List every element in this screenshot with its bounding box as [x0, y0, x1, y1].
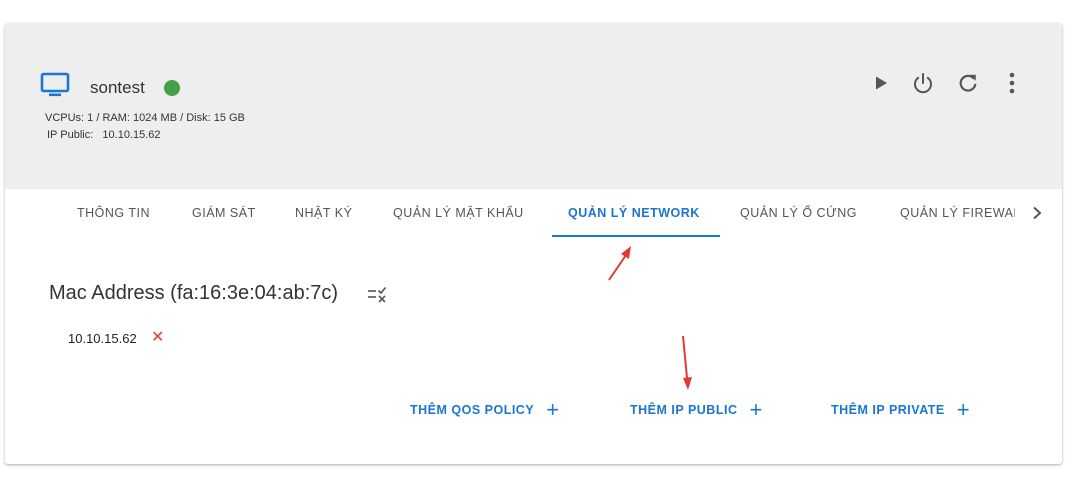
tab-monitoring[interactable]: GIÁM SÁT [192, 189, 256, 237]
play-icon [876, 76, 887, 90]
add-ip-public-label: THÊM IP PUBLIC [630, 403, 738, 417]
ip-address-value: 10.10.15.62 [68, 331, 137, 346]
status-indicator [164, 80, 180, 96]
chevron-right-icon [1033, 206, 1042, 220]
add-ip-private-label: THÊM IP PRIVATE [831, 403, 945, 417]
tab-network[interactable]: QUẢN LÝ NETWORK [568, 189, 700, 237]
power-icon [914, 73, 932, 94]
refresh-icon [959, 74, 977, 92]
add-ip-private-button[interactable]: THÊM IP PRIVATE + [831, 395, 970, 425]
vm-header: sontest VCPUs: 1 / RAM: 1024 MB / Disk: … [5, 23, 1062, 189]
more-vert-icon [1009, 72, 1015, 94]
add-qos-policy-label: THÊM QOS POLICY [410, 403, 535, 417]
active-tab-indicator [552, 235, 720, 237]
more-menu-button[interactable] [999, 70, 1025, 96]
start-button[interactable] [868, 70, 894, 96]
tab-disk[interactable]: QUẢN LÝ Ổ CỨNG [740, 189, 857, 237]
tab-scroll-next-button[interactable] [1025, 201, 1049, 225]
tab-firewall[interactable]: QUẢN LÝ FIREWALL [900, 189, 1015, 237]
remove-ip-button[interactable]: ✕ [151, 329, 164, 347]
vm-specs: VCPUs: 1 / RAM: 1024 MB / Disk: 15 GB [45, 112, 245, 124]
plus-icon: + [749, 397, 763, 422]
tab-password[interactable]: QUẢN LÝ MẬT KHẨU [393, 189, 524, 237]
tab-logs[interactable]: NHẬT KÝ [295, 189, 352, 237]
tab-overflow-clip: QUẢN LÝ FIREWALL [885, 189, 1015, 237]
plus-icon: + [546, 397, 560, 422]
vm-public-ip: IP Public: 10.10.15.62 [47, 129, 161, 141]
tab-bar: THÔNG TIN GIÁM SÁT NHẬT KÝ QUẢN LÝ MẬT K… [5, 189, 1062, 239]
tab-info[interactable]: THÔNG TIN [77, 189, 150, 237]
vm-name: sontest [90, 78, 145, 97]
add-qos-policy-button[interactable]: THÊM QOS POLICY + [410, 395, 560, 425]
reboot-button[interactable] [955, 70, 981, 96]
plus-icon: + [956, 397, 971, 422]
vm-card: sontest VCPUs: 1 / RAM: 1024 MB / Disk: … [5, 23, 1062, 464]
monitor-icon [40, 72, 70, 97]
list-toggle-icon[interactable] [367, 285, 389, 305]
add-ip-public-button[interactable]: THÊM IP PUBLIC + [630, 395, 763, 425]
power-button[interactable] [910, 70, 936, 96]
mac-address-title: Mac Address (fa:16:3e:04:ab:7c) [49, 282, 339, 304]
